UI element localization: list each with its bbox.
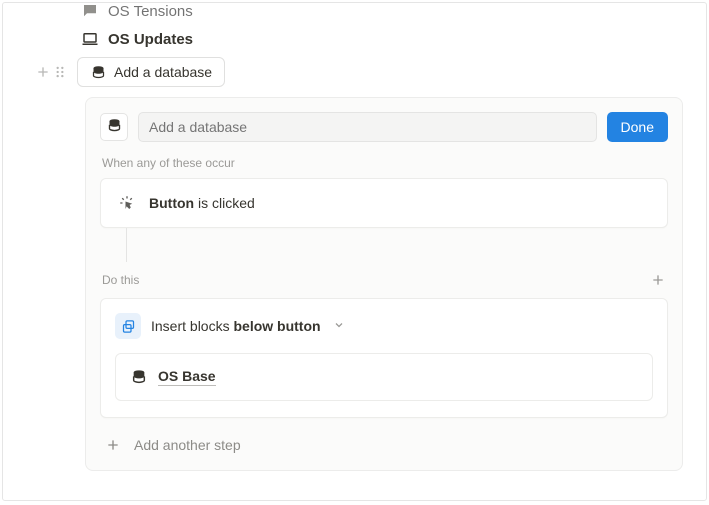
database-icon <box>90 64 106 80</box>
nav-item-os-updates[interactable]: OS Updates <box>80 25 193 53</box>
plus-icon <box>104 436 122 454</box>
automation-title-input[interactable] <box>138 112 597 142</box>
add-block-icon[interactable] <box>35 64 51 80</box>
action-text: Insert blocks below button <box>151 318 321 334</box>
click-icon <box>117 193 137 213</box>
nav-item-label: OS Tensions <box>108 3 193 20</box>
nav-item-os-tensions[interactable]: OS Tensions <box>80 2 193 25</box>
insert-target-label: OS Base <box>158 368 216 386</box>
database-icon <box>130 368 148 386</box>
chevron-down-icon <box>333 318 345 334</box>
drag-handle-icon[interactable] <box>53 64 67 80</box>
database-icon <box>107 118 122 136</box>
action-text-prefix: Insert blocks <box>151 318 233 334</box>
add-action-icon[interactable] <box>648 270 668 290</box>
action-section-label: Do this <box>102 273 139 287</box>
block-ghost-controls <box>35 64 67 80</box>
action-header[interactable]: Insert blocks below button <box>115 313 653 339</box>
add-another-step-button[interactable]: Add another step <box>104 436 668 454</box>
done-button[interactable]: Done <box>607 112 668 142</box>
add-another-step-label: Add another step <box>134 437 241 453</box>
add-database-button[interactable]: Add a database <box>77 57 225 87</box>
trigger-section-label: When any of these occur <box>102 156 668 170</box>
action-card: Insert blocks below button OS Base <box>100 298 668 418</box>
connector-line <box>126 228 127 262</box>
automation-header: Done <box>100 112 668 142</box>
action-text-bold: below button <box>233 318 320 334</box>
automation-card: Done When any of these occur Button is c… <box>85 97 683 471</box>
trigger-text-bold: Button <box>149 195 194 211</box>
automation-header-icon-box[interactable] <box>100 113 128 141</box>
speech-bubble-icon <box>80 2 100 21</box>
nav-item-label: OS Updates <box>108 31 193 48</box>
trigger-card[interactable]: Button is clicked <box>100 178 668 228</box>
trigger-text: Button is clicked <box>149 195 255 211</box>
block-row: Add a database <box>35 57 225 87</box>
insert-target-card[interactable]: OS Base <box>115 353 653 401</box>
page-nav-list: OS Tensions OS Updates <box>80 2 193 53</box>
insert-blocks-icon <box>115 313 141 339</box>
add-database-button-label: Add a database <box>114 64 212 80</box>
trigger-text-rest: is clicked <box>194 195 255 211</box>
laptop-icon <box>80 29 100 49</box>
